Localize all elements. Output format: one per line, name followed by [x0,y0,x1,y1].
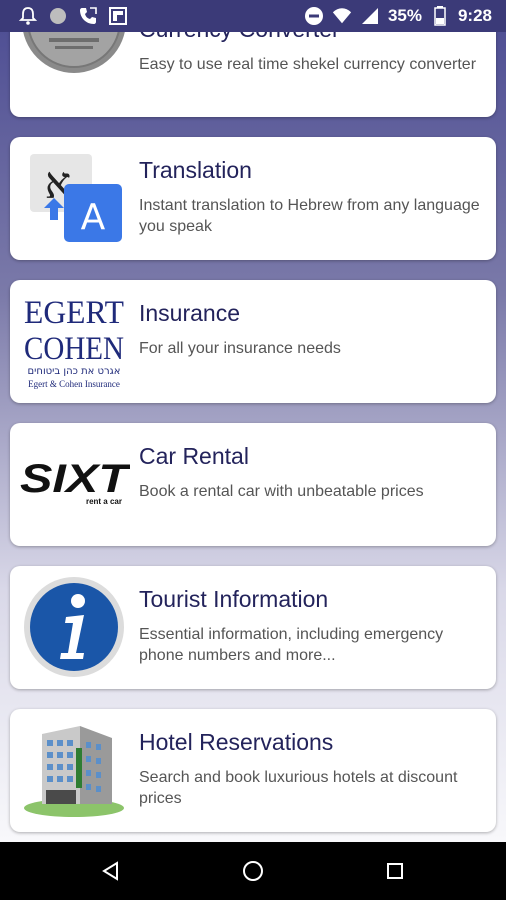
card-title: Tourist Information [139,586,329,612]
logo-line2: COHEN [24,331,124,367]
egert-cohen-logo: EGERT COHEN אגרט את כהן ביטוחים Egert & … [18,290,130,392]
card-description: Easy to use real time shekel currency co… [139,56,477,73]
battery-percent: 35% [387,6,422,25]
hotel-building-icon [18,719,130,821]
status-bar: 35% 9:28 [0,0,506,32]
sixt-logo: SIXT rent a car [18,433,130,535]
info-icon [18,576,130,678]
recents-icon [387,863,403,879]
card-title: Hotel Reservations [139,729,334,755]
circle-icon [48,6,68,26]
back-button[interactable] [81,842,141,900]
logo-hebrew: אגרט את כהן ביטוחים [28,366,121,377]
bell-icon [18,6,38,26]
card-description: Book a rental car with unbeatable prices [139,483,424,500]
card-description: Essential information, including emergen… [139,626,444,664]
card-description: Search and book luxurious hotels at disc… [139,769,458,807]
card-description: Instant translation to Hebrew from any l… [139,197,480,235]
card-title: Insurance [139,300,241,326]
home-icon [243,861,263,881]
navigation-bar [0,842,506,900]
clock: 9:28 [457,6,492,25]
flipboard-icon [108,6,128,26]
home-button[interactable] [223,842,283,900]
service-list: 5 Currency Converter Easy to use real ti… [0,0,506,842]
signal-icon [360,6,380,26]
wifi-icon [332,6,352,26]
card-translation[interactable]: א A Translation Instant translation to H… [10,137,496,260]
card-description: For all your insurance needs [139,340,341,357]
do-not-disturb-icon [304,6,324,26]
logo-sub: Egert & Cohen Insurance [28,379,120,389]
recents-button[interactable] [365,842,425,900]
phone-icon [78,6,98,26]
card-hotel-reservations[interactable]: Hotel Reservations Search and book luxur… [10,709,496,832]
card-insurance[interactable]: EGERT COHEN אגרט את כהן ביטוחים Egert & … [10,280,496,403]
sixt-brand: SIXT [20,457,130,501]
battery-icon [430,6,450,26]
card-title: Translation [139,157,252,183]
back-icon [102,861,118,881]
translate-icon: א A [18,147,130,249]
svg-text:A: A [81,197,106,238]
sixt-sub: rent a car [86,497,122,506]
logo-line1: EGERT [24,295,124,331]
card-car-rental[interactable]: SIXT rent a car Car Rental Book a rental… [10,423,496,546]
card-title: Car Rental [139,443,249,469]
card-tourist-information[interactable]: Tourist Information Essential informatio… [10,566,496,689]
